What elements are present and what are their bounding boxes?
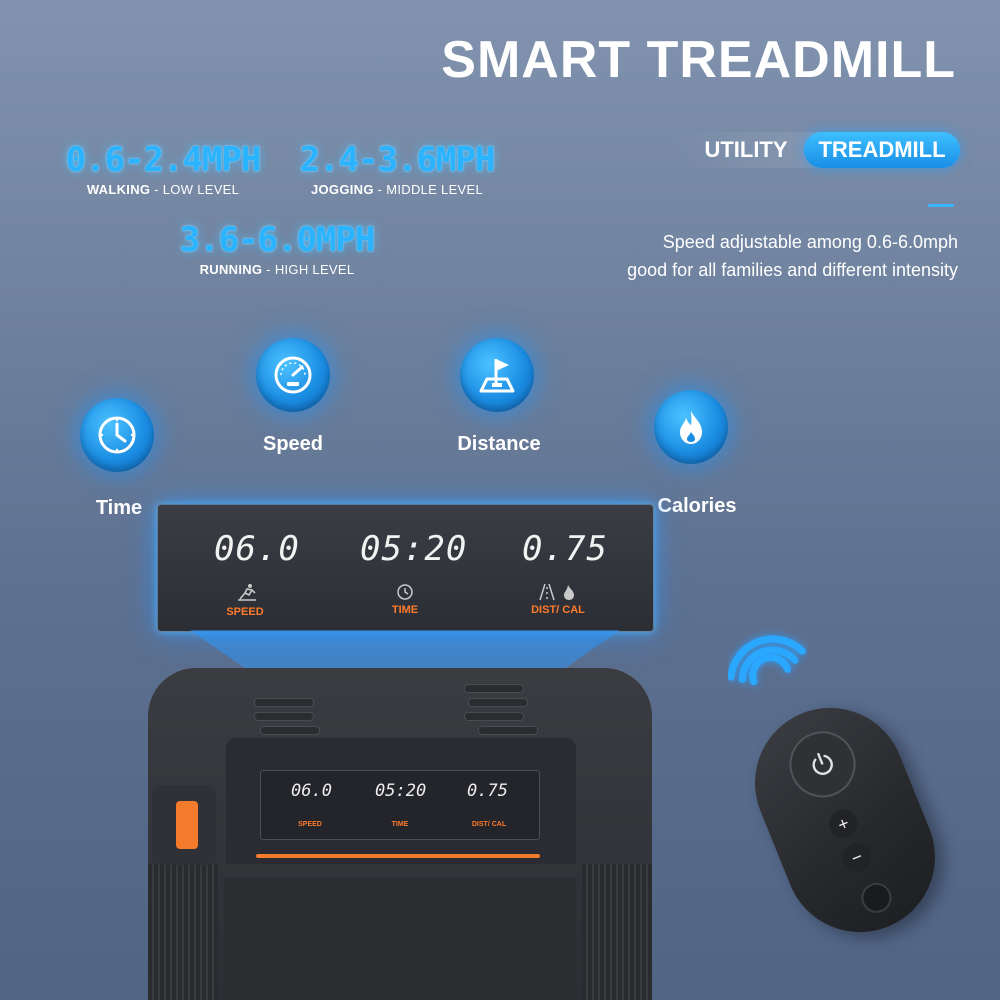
clock-icon [80,398,154,472]
clock-small-icon [397,584,413,600]
speed-range-mode: RUNNING [199,262,263,277]
power-icon [812,752,833,776]
speed-range-level: MIDDLE LEVEL [386,182,484,197]
left-rail [148,864,218,1000]
speed-readout: 06.0 [214,529,300,569]
speed-range-level: HIGH LEVEL [274,262,355,277]
speed-range-mode: WALKING [86,182,151,197]
speed-down-button[interactable]: − [838,839,876,876]
tab-treadmill[interactable]: TREADMILL [804,132,960,168]
time-label: TIME [391,604,419,616]
speed-range-value: 0.6-2.4MPH [65,140,262,180]
distance-calories-label: DIST/ CAL [531,604,585,616]
distance-readout-small: 0.75 [467,781,508,801]
speed-range-running: 3.6-6.0MPH RUNNING - HIGH LEVEL [172,220,382,277]
runner-icon [238,584,256,601]
vent [254,712,314,721]
speed-readout-small: 06.0 [291,781,332,801]
speed-range-level: LOW LEVEL [162,182,240,197]
power-button[interactable] [779,721,866,808]
feature-label-distance: Distance [457,433,541,455]
speed-range-mode: JOGGING [310,182,374,197]
wireless-signal-icon [728,635,806,686]
vent [254,698,314,707]
flame-icon [654,390,728,464]
road-flame-icon [539,583,574,601]
accent-strip [256,854,540,858]
speed-label-small: SPEED [298,821,322,828]
speedometer-icon [256,338,330,412]
orange-grip [176,801,198,849]
right-rail [582,864,652,1000]
speed-range-value: 2.4-3.6MPH [299,140,496,180]
time-readout: 05:20 [360,529,468,569]
description-line-2: good for all families and different inte… [627,260,958,280]
vent [260,726,320,735]
display-panel: 06.0 05:20 0.75 SPEED TIME DIST/ CAL [260,770,540,840]
vent [464,684,524,693]
tab-underline [928,204,954,207]
remote-control: + − [732,685,958,955]
speed-range-walking: 0.6-2.4MPH WALKING - LOW LEVEL [58,140,268,197]
time-label-small: TIME [391,821,409,828]
feature-label-speed: Speed [262,433,324,455]
description-line-1: Speed adjustable among 0.6-6.0mph [662,232,958,252]
page-title: SMART TREADMILL [441,31,956,89]
vent [464,712,524,721]
treadmill-console: 06.0 05:20 0.75 SPEED TIME DIST/ CAL [148,668,652,1000]
vent [468,698,528,707]
distance-readout: 0.75 [522,529,608,569]
side-handle [152,785,216,865]
tab-utility[interactable]: UTILITY [686,132,806,168]
mode-button[interactable] [856,878,896,918]
mode-tabs: UTILITY TREADMILL [672,132,960,168]
speed-range-jogging: 2.4-3.6MPH JOGGING - MIDDLE LEVEL [292,140,502,197]
running-belt [224,878,576,1000]
speed-up-button[interactable]: + [825,805,862,843]
distance-calories-label-small: DIST/ CAL [471,821,507,828]
speed-label: SPEED [226,606,264,618]
flag-icon [460,338,534,412]
time-readout-small: 05:20 [375,781,427,801]
display-panel-enlarged: 06.0 05:20 0.75 SPEED TIME DIST/ CAL [157,504,654,632]
speed-range-value: 3.6-6.0MPH [179,220,376,260]
vent [478,726,538,735]
